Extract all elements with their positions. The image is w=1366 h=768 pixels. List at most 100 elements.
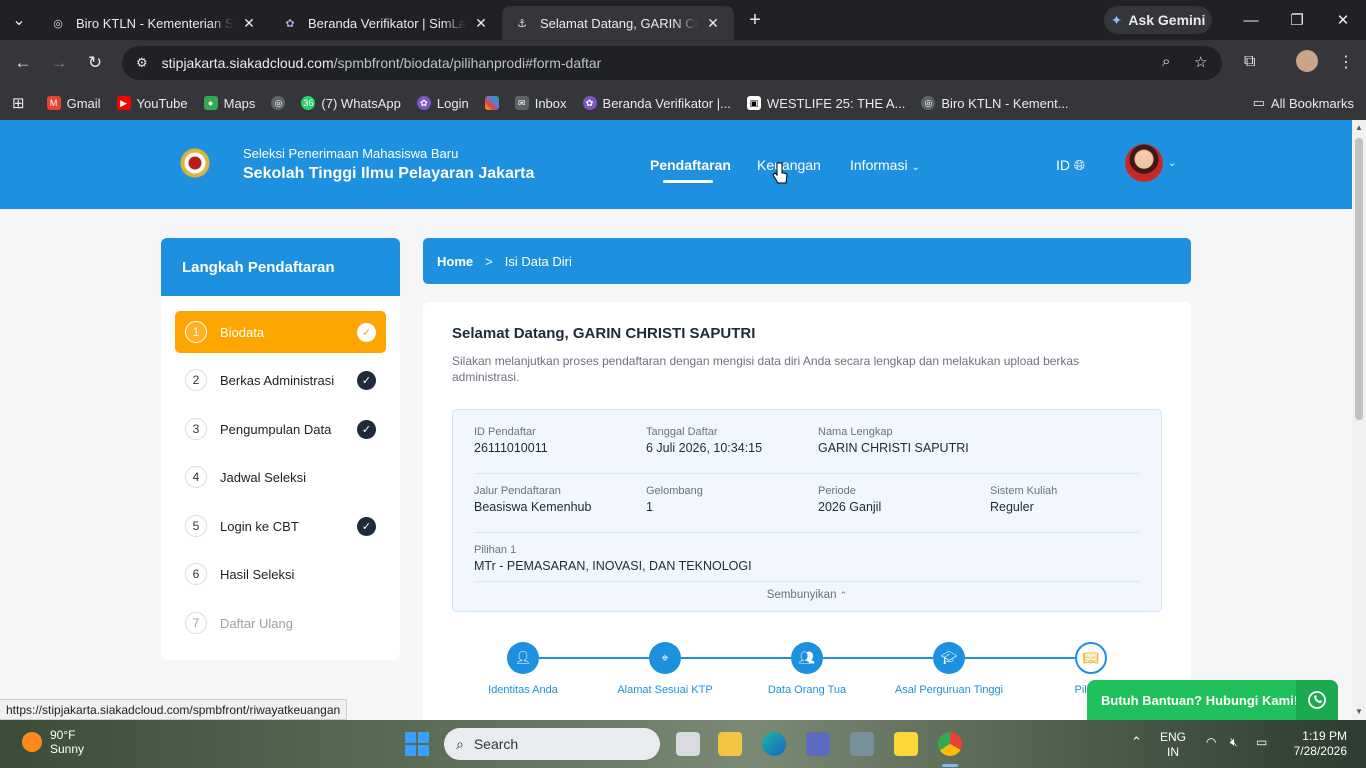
step-number: 7 (185, 612, 207, 634)
whatsapp-help-button[interactable]: Butuh Bantuan? Hubungi Kami! (1087, 680, 1338, 720)
bookmark-star-icon[interactable]: ☆ (1194, 53, 1207, 71)
step-berkas[interactable]: 2 Berkas Administrasi ✓ (175, 359, 386, 401)
clock[interactable]: 1:19 PM 7/28/2026 (1290, 729, 1347, 759)
extensions-icon[interactable]: ⧉ (1244, 53, 1255, 71)
tab-search-button[interactable]: ⌄ (0, 0, 38, 40)
bookmark-gmail[interactable]: M Gmail (46, 96, 101, 111)
progress-label-alamat[interactable]: Alamat Sesuai KTP (617, 684, 712, 696)
language-indicator[interactable]: ENG IN (1160, 730, 1186, 760)
scroll-down-icon[interactable]: ▼ (1355, 707, 1363, 716)
restore-button[interactable]: ❐ (1274, 0, 1320, 40)
step-login-cbt[interactable]: 5 Login ke CBT ✓ (175, 505, 386, 547)
page-scrollbar[interactable]: ▲ ▼ (1352, 120, 1366, 720)
site-info-icon[interactable]: ⚙ (136, 55, 148, 71)
app-icon[interactable] (806, 732, 830, 756)
all-bookmarks[interactable]: ▭ All Bookmarks (1253, 95, 1354, 111)
profile-avatar[interactable] (1296, 50, 1318, 72)
bookmark-whatsapp[interactable]: 36 (7) WhatsApp (301, 95, 401, 111)
close-icon[interactable]: ✕ (472, 15, 490, 32)
book-icon[interactable]: 📖︎ (1075, 642, 1107, 674)
stip-logo[interactable] (174, 142, 216, 184)
site-title[interactable]: Sekolah Tinggi Ilmu Pelayaran Jakarta (243, 165, 534, 183)
reload-button[interactable]: ↻ (77, 53, 113, 73)
graduation-cap-icon[interactable]: 🎓︎ (933, 642, 965, 674)
field-label: Gelombang (646, 485, 703, 497)
breadcrumb-home[interactable]: Home (437, 254, 473, 269)
tab-simlala[interactable]: ✿ Beranda Verifikator | SimLala ✕ (270, 6, 502, 40)
step-hasil-seleksi[interactable]: 6 Hasil Seleksi (175, 553, 386, 595)
help-label: Butuh Bantuan? Hubungi Kami! (1101, 692, 1299, 708)
edge-icon[interactable] (762, 732, 786, 756)
taskbar-search[interactable]: ⌕ Search (444, 728, 660, 760)
location-pin-icon[interactable]: ⌖ (649, 642, 681, 674)
step-biodata[interactable]: 1 Biodata ✓ (175, 311, 386, 353)
more-menu-icon[interactable]: ⋮ (1338, 52, 1354, 72)
tab-title: Biro KTLN - Kementerian Sekret (76, 15, 234, 31)
bookmark-westlife[interactable]: ▣ WESTLIFE 25: THE A... (746, 96, 905, 111)
date: 7/28/2026 (1293, 744, 1347, 758)
progress-label-perguruan[interactable]: Asal Perguruan Tinggi (895, 684, 1003, 696)
bookmark-pinwheel[interactable] (484, 96, 499, 110)
weather-widget[interactable]: 90°F Sunny (22, 728, 84, 756)
minimize-button[interactable]: — (1228, 0, 1274, 40)
language-switcher[interactable]: ID 🌐︎ (1056, 157, 1085, 174)
close-icon[interactable]: ✕ (240, 15, 258, 32)
breadcrumb: Home > Isi Data Diri (423, 238, 1191, 284)
progress-label-identitas[interactable]: Identitas Anda (488, 684, 558, 696)
users-icon[interactable]: 👥︎ (791, 642, 823, 674)
new-tab-button[interactable]: + (740, 9, 770, 32)
bookmark-inbox[interactable]: ✉ Inbox (514, 96, 567, 111)
mouse-cursor-icon (772, 162, 788, 184)
bookmark-maps[interactable]: ● Maps (203, 96, 255, 111)
bookmark-youtube[interactable]: ▶ YouTube (116, 96, 188, 111)
close-window-button[interactable]: ✕ (1320, 0, 1366, 40)
step-jadwal-seleksi[interactable]: 4 Jadwal Seleksi (175, 456, 386, 498)
tab-biro-ktln[interactable]: ◎ Biro KTLN - Kementerian Sekret ✕ (38, 6, 270, 40)
menu-informasi[interactable]: Informasi ⌄ (850, 157, 920, 173)
chevron-down-icon: ⌄ (911, 162, 920, 173)
task-view-icon[interactable] (676, 732, 700, 756)
field-label: Jalur Pendaftaran (474, 485, 561, 497)
user-avatar[interactable] (1125, 144, 1163, 182)
menu-keuangan[interactable]: Keuangan (757, 157, 821, 173)
gemini-icon: ✦ (1110, 11, 1123, 28)
zoom-icon[interactable]: ⌕ (1162, 53, 1170, 70)
sticky-notes-icon[interactable] (894, 732, 918, 756)
form-progress: 👤︎ ⌖ 👥︎ 🎓︎ 📖︎ Identitas Anda Alamat Sesu… (423, 642, 1191, 720)
battery-icon[interactable]: ▭ (1256, 735, 1267, 750)
ask-gemini-button[interactable]: ✦ Ask Gemini (1104, 6, 1212, 34)
camera-icon[interactable] (850, 732, 874, 756)
omnibox[interactable]: ⚙ stipjakarta.siakadcloud.com/spmbfront/… (122, 46, 1222, 80)
file-explorer-icon[interactable] (718, 732, 742, 756)
wifi-icon[interactable]: ◠ (1206, 735, 1216, 750)
back-button[interactable]: ← (5, 53, 41, 73)
chevron-down-icon[interactable]: ⌄ (1168, 158, 1176, 169)
scrollbar-thumb[interactable] (1355, 138, 1363, 420)
bookmark-biro-ktln[interactable]: ◎ Biro KTLN - Kement... (921, 96, 1069, 111)
start-button[interactable] (405, 732, 429, 756)
bookmark-verifikator[interactable]: ✿ Beranda Verifikator |... (582, 96, 731, 111)
field-label: Periode (818, 485, 856, 497)
scroll-up-icon[interactable]: ▲ (1355, 123, 1363, 132)
forward-button[interactable]: → (41, 53, 77, 73)
menu-pendaftaran[interactable]: Pendaftaran (650, 157, 731, 183)
menu-informasi-label: Informasi (850, 157, 908, 173)
step-pengumpulan-data[interactable]: 3 Pengumpulan Data ✓ (175, 408, 386, 450)
apps-grid-icon[interactable]: ⊞ (12, 94, 25, 112)
progress-label-orang-tua[interactable]: Data Orang Tua (768, 684, 846, 696)
field-gelombang: Gelombang 1 (646, 485, 703, 514)
chevron-up-icon[interactable]: ⌃ (1131, 734, 1142, 749)
hide-details-toggle[interactable]: Sembunyikan ⌃ (453, 589, 1161, 601)
chrome-icon[interactable] (938, 732, 962, 756)
close-icon[interactable]: ✕ (704, 15, 722, 32)
volume-muted-icon[interactable]: 🔇︎ (1230, 735, 1238, 750)
check-icon: ✓ (357, 516, 376, 536)
bookmark-login[interactable]: ✿ Login (416, 96, 469, 111)
bookmark-globe[interactable]: ◎ (271, 96, 286, 110)
time: 1:19 PM (1302, 729, 1347, 743)
bookmark-label: (7) WhatsApp (321, 95, 401, 111)
field-sistem-kuliah: Sistem Kuliah Reguler (990, 485, 1057, 514)
user-icon[interactable]: 👤︎ (507, 642, 539, 674)
step-daftar-ulang[interactable]: 7 Daftar Ulang (175, 602, 386, 644)
tab-selamat-datang[interactable]: ⚓ Selamat Datang, GARIN CHRISTI ✕ (502, 6, 734, 40)
